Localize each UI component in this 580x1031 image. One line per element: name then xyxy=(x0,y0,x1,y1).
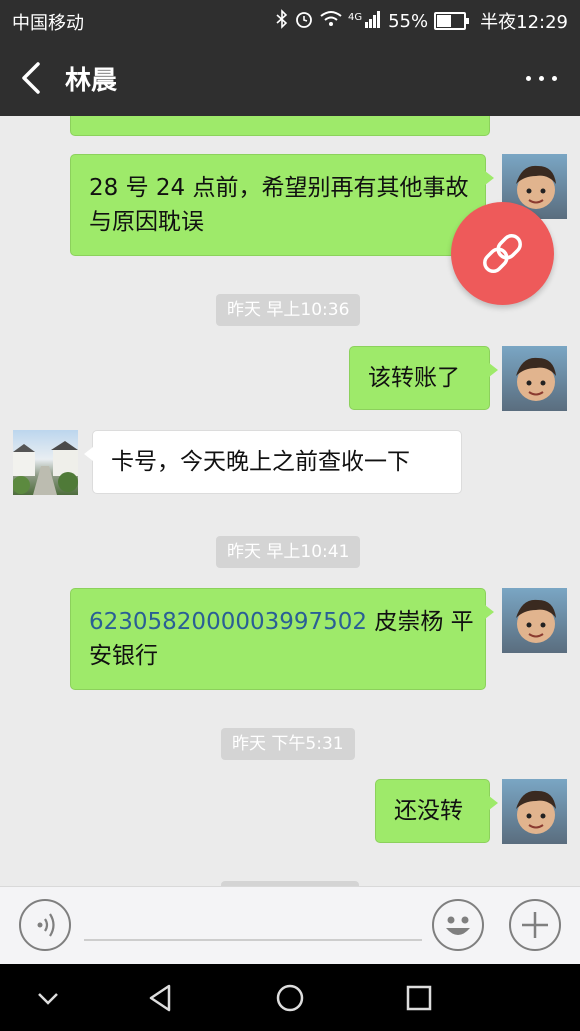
carrier-name: 中国移动 xyxy=(12,13,84,34)
message-bubble-partial[interactable] xyxy=(70,116,490,136)
message-bubble-sent[interactable]: 还没转 xyxy=(375,779,498,843)
more-button[interactable] xyxy=(522,64,562,94)
battery-icon xyxy=(434,12,470,30)
chat-header: 林晨 xyxy=(0,40,580,116)
chevron-down-icon xyxy=(38,993,58,1005)
more-dot xyxy=(539,76,544,81)
avatar-self[interactable] xyxy=(502,588,567,653)
plus-icon xyxy=(522,912,548,938)
voice-button[interactable] xyxy=(19,899,71,951)
message-text: 还没转 xyxy=(394,798,463,824)
more-dot xyxy=(552,76,557,81)
link-icon xyxy=(483,234,522,273)
signal-icon xyxy=(364,10,382,33)
more-dots-icon xyxy=(526,76,531,81)
account-number-link[interactable]: 6230582000003997502 xyxy=(89,609,367,635)
message-text: 6230582000003997502 皮崇杨 平安银行 xyxy=(89,605,485,673)
nav-home-button[interactable] xyxy=(270,978,310,1018)
floating-link-button[interactable] xyxy=(451,202,554,305)
message-bubble-sent[interactable]: 6230582000003997502 皮崇杨 平安银行 xyxy=(70,588,494,690)
hide-keyboard-button[interactable] xyxy=(28,978,68,1018)
message-input[interactable] xyxy=(84,901,422,941)
clock-time: 半夜12:29 xyxy=(480,12,568,33)
back-button[interactable] xyxy=(14,56,54,100)
emoji-icon xyxy=(446,916,470,935)
message-text: 28 号 24 点前，希望别再有其他事故与原因耽误 xyxy=(89,175,469,235)
recent-square-icon xyxy=(406,985,432,1011)
chat-area[interactable]: 28 号 24 点前，希望别再有其他事故与原因耽误 昨天 早上10:36 该转账… xyxy=(0,116,580,886)
bluetooth-icon xyxy=(276,8,288,34)
status-bar: 中国移动 4G 55% 半夜12:29 xyxy=(0,0,580,40)
status-icons: 4G 55% 半夜12:29 xyxy=(276,8,568,34)
network-type: 4G xyxy=(347,11,363,23)
back-triangle-icon xyxy=(149,984,171,1012)
add-button[interactable] xyxy=(509,899,561,951)
avatar-self[interactable] xyxy=(502,779,567,844)
avatar-contact[interactable] xyxy=(13,430,78,495)
input-bar xyxy=(0,886,580,965)
alarm-icon xyxy=(294,9,314,34)
wifi-icon xyxy=(320,10,342,33)
chevron-left-icon xyxy=(22,62,40,94)
page-title: 林晨 xyxy=(65,66,118,96)
message-bubble-sent[interactable]: 该转账了 xyxy=(349,346,498,410)
navigation-bar xyxy=(0,964,580,1031)
voice-icon xyxy=(37,913,55,937)
nav-recent-button[interactable] xyxy=(399,978,439,1018)
message-text: 卡号，今天晚上之前查收一下 xyxy=(111,449,410,475)
message-text: 该转账了 xyxy=(368,365,460,391)
battery-percent: 55% xyxy=(388,10,429,32)
home-circle-icon xyxy=(276,984,304,1012)
message-bubble-received[interactable]: 卡号，今天晚上之前查收一下 xyxy=(84,430,462,494)
nav-back-button[interactable] xyxy=(141,978,181,1018)
avatar-self[interactable] xyxy=(502,346,567,411)
timestamp: 昨天 下午5:31 xyxy=(221,728,355,760)
timestamp: 昨天 早上10:36 xyxy=(216,294,361,326)
message-bubble-sent[interactable]: 28 号 24 点前，希望别再有其他事故与原因耽误 xyxy=(70,154,494,256)
timestamp: 昨天 早上10:41 xyxy=(216,536,361,568)
emoji-button[interactable] xyxy=(432,899,484,951)
